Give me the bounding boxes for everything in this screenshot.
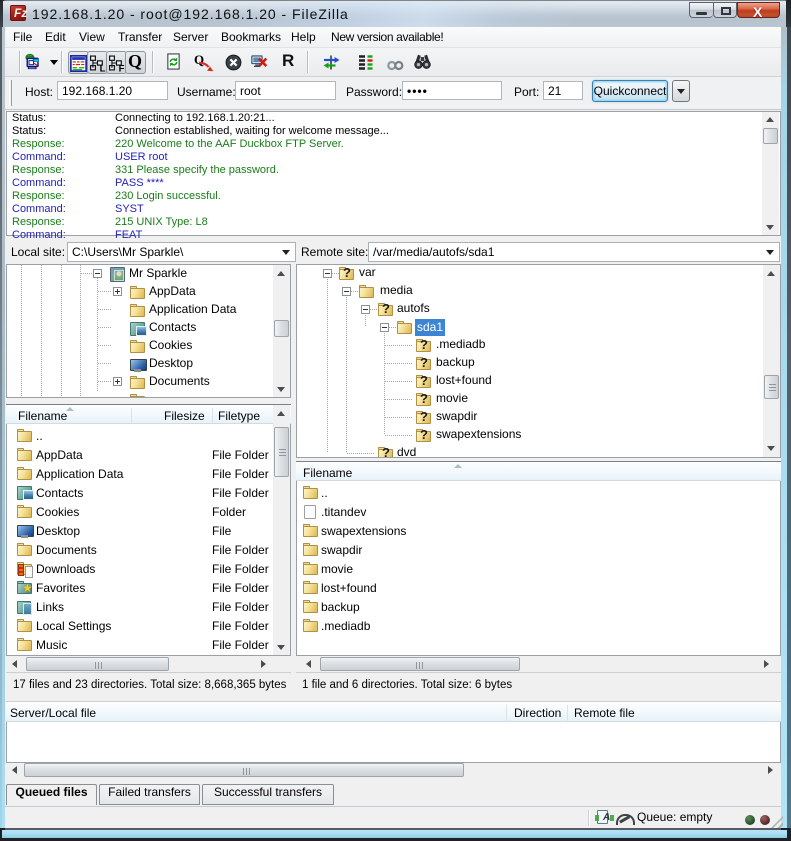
svg-text:F: F bbox=[119, 63, 125, 72]
svg-text:L: L bbox=[100, 63, 106, 72]
